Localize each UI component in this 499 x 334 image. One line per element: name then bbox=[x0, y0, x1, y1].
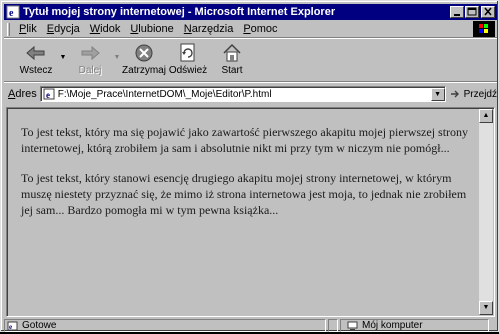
menu-widok[interactable]: Widok bbox=[85, 23, 126, 35]
status-bar: e Gotowe Mój komputer bbox=[4, 319, 497, 332]
minimize-button[interactable] bbox=[450, 6, 464, 18]
forward-dropdown-icon[interactable]: ▼ bbox=[112, 40, 122, 61]
stop-button[interactable]: Zatrzymaj bbox=[122, 40, 166, 76]
address-url[interactable]: F:\Moje_Prace\InternetDOM\_Moje\Editor\P… bbox=[58, 89, 431, 100]
menu-narzedzia[interactable]: Narzędzia bbox=[179, 23, 239, 35]
stop-icon bbox=[132, 42, 156, 64]
home-button[interactable]: Start bbox=[210, 40, 254, 76]
address-bar: Adres e F:\Moje_Prace\InternetDOM\_Moje\… bbox=[4, 85, 497, 103]
back-button[interactable]: Wstecz bbox=[14, 40, 58, 76]
go-arrow-icon bbox=[450, 88, 462, 100]
maximize-button[interactable] bbox=[465, 6, 479, 18]
windows-logo-icon bbox=[473, 21, 495, 37]
toolbar: Wstecz ▼ Dalej ▼ Zatrzymaj Odśwież Start bbox=[4, 40, 497, 82]
paragraph-2: To jest tekst, który stanowi esencję dru… bbox=[21, 171, 467, 217]
status-zone: Mój komputer bbox=[340, 319, 489, 332]
zone-text: Mój komputer bbox=[362, 320, 423, 331]
scroll-down-button[interactable]: ▼ bbox=[479, 301, 493, 315]
forward-label: Dalej bbox=[78, 65, 102, 76]
page-content: To jest tekst, który ma się pojawić jako… bbox=[9, 110, 479, 315]
refresh-icon bbox=[176, 42, 200, 64]
status-empty-cell bbox=[328, 319, 338, 332]
back-label: Wstecz bbox=[19, 65, 53, 76]
paragraph-1: To jest tekst, który ma się pojawić jako… bbox=[21, 125, 469, 155]
menu-grip[interactable] bbox=[7, 22, 10, 36]
svg-text:e: e bbox=[9, 323, 12, 331]
stop-label: Zatrzymaj bbox=[122, 65, 166, 76]
address-field[interactable]: e F:\Moje_Prace\InternetDOM\_Moje\Editor… bbox=[39, 86, 446, 102]
status-main: e Gotowe bbox=[4, 319, 326, 332]
status-text: Gotowe bbox=[22, 320, 57, 331]
window-controls bbox=[449, 6, 495, 18]
ie-icon: e bbox=[6, 5, 20, 19]
go-label: Przejdź bbox=[463, 88, 497, 100]
home-icon bbox=[220, 42, 244, 64]
refresh-button[interactable]: Odśwież bbox=[166, 40, 210, 76]
forward-arrow-icon bbox=[78, 42, 102, 64]
menu-bar: Plik Edycja Widok Ulubione Narzędzia Pom… bbox=[4, 21, 497, 38]
forward-button[interactable]: Dalej bbox=[68, 40, 112, 76]
go-button[interactable]: Przejdź bbox=[450, 88, 497, 100]
refresh-label: Odśwież bbox=[168, 65, 208, 76]
page-done-icon: e bbox=[7, 321, 18, 331]
back-dropdown-icon[interactable]: ▼ bbox=[58, 40, 68, 61]
scroll-up-button[interactable]: ▲ bbox=[479, 109, 493, 123]
title-bar[interactable]: e Tytuł mojej strony internetowej - Micr… bbox=[4, 4, 497, 20]
svg-text:e: e bbox=[46, 90, 50, 100]
page-icon: e bbox=[43, 88, 56, 100]
menu-ulubione[interactable]: Ulubione bbox=[125, 23, 178, 35]
menu-edycja[interactable]: Edycja bbox=[42, 23, 85, 35]
home-label: Start bbox=[221, 65, 243, 76]
menu-plik[interactable]: Plik bbox=[14, 23, 42, 35]
svg-text:e: e bbox=[9, 8, 14, 19]
computer-icon bbox=[347, 321, 358, 331]
address-label: Adres bbox=[8, 88, 37, 100]
back-arrow-icon bbox=[24, 42, 48, 64]
browser-window: e Tytuł mojej strony internetowej - Micr… bbox=[0, 0, 499, 332]
window-title: Tytuł mojej strony internetowej - Micros… bbox=[23, 6, 336, 18]
page-viewport: To jest tekst, który ma się pojawić jako… bbox=[6, 107, 495, 317]
close-button[interactable] bbox=[481, 6, 495, 18]
address-dropdown-icon[interactable]: ▼ bbox=[430, 87, 445, 101]
menu-pomoc[interactable]: Pomoc bbox=[238, 23, 282, 35]
vertical-scrollbar[interactable]: ▲ ▼ bbox=[479, 109, 493, 315]
